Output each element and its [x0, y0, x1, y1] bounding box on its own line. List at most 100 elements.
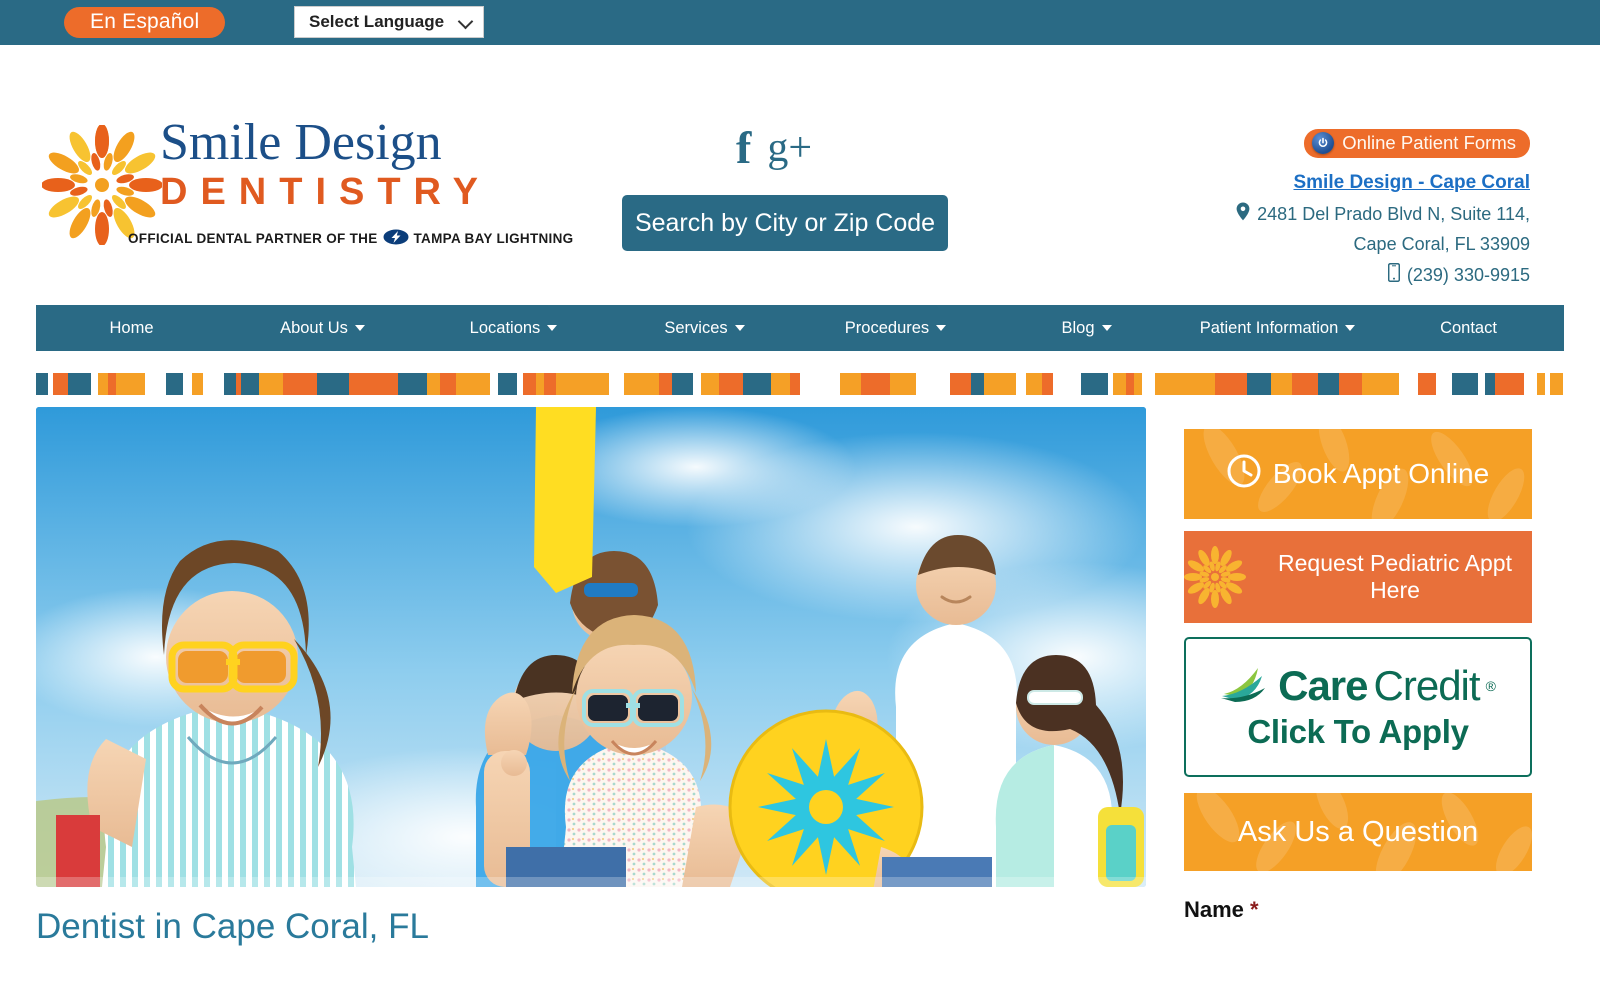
stripe-segment [398, 373, 428, 395]
map-pin-icon [1236, 202, 1250, 226]
stripe-segment [1291, 373, 1318, 395]
stripe-segment [53, 373, 68, 395]
stripe-segment [523, 373, 537, 395]
nav-item-patient-information[interactable]: Patient Information [1182, 305, 1373, 351]
social-links: f g+ [736, 125, 812, 171]
stripe-segment [116, 373, 145, 395]
stripe-segment [1524, 373, 1538, 395]
stripe-segment [259, 373, 283, 395]
decorative-band-wrapper [0, 351, 1600, 395]
online-patient-forms-button[interactable]: Online Patient Forms [1304, 129, 1530, 158]
stripe-segment [67, 373, 92, 395]
logo-line-dentistry: DENTISTRY [160, 171, 491, 213]
book-appt-online-button[interactable]: Book Appt Online [1184, 429, 1532, 519]
stripe-segment [771, 373, 790, 395]
mobile-phone-icon [1387, 262, 1400, 287]
nav-item-label: Patient Information [1199, 318, 1339, 337]
nav-item-home[interactable]: Home [36, 305, 227, 351]
stripe-segment [490, 373, 499, 395]
ask-us-a-question-label: Ask Us a Question [1237, 815, 1479, 848]
google-plus-icon[interactable]: g+ [767, 127, 812, 169]
nav-item-locations[interactable]: Locations [418, 305, 609, 351]
stripe-segment [1015, 373, 1027, 395]
location-name-link[interactable]: Smile Design - Cape Coral [1236, 172, 1530, 194]
stripe-segment [1052, 373, 1082, 395]
search-by-city-or-zip-button[interactable]: Search by City or Zip Code [622, 195, 948, 251]
header-contact-block: Online Patient Forms Smile Design - Cape… [1236, 129, 1530, 287]
stripe-segment [1081, 373, 1108, 395]
stripe-segment [624, 373, 659, 395]
stripe-segment [1215, 373, 1247, 395]
stripe-segment [1495, 373, 1524, 395]
address-line-1-row: 2481 Del Prado Blvd N, Suite 114, [1236, 202, 1530, 226]
stripe-segment [671, 373, 693, 395]
request-pediatric-appt-button[interactable]: Request Pediatric Appt Here [1184, 531, 1532, 623]
stripe-segment [1042, 373, 1053, 395]
nav-item-blog[interactable]: Blog [991, 305, 1182, 351]
stripe-segment [1338, 373, 1363, 395]
request-pediatric-appt-label: Request Pediatric Appt Here [1278, 549, 1512, 603]
phone-row: (239) 330-9915 [1236, 262, 1530, 287]
stripe-segment [165, 373, 184, 395]
stripe-segment [839, 373, 861, 395]
carecredit-apply-button[interactable]: Care Credit ® Click To Apply [1184, 637, 1532, 777]
stripe-segment [1417, 373, 1437, 395]
logo-tagline: OFFICIAL DENTAL PARTNER OF THE TAMPA BAY… [128, 229, 573, 248]
stripe-segment [317, 373, 349, 395]
stripe-segment [1141, 373, 1155, 395]
carecredit-logo: Care Credit ® [1220, 664, 1496, 709]
required-asterisk: * [1250, 897, 1259, 922]
carecredit-credit-text: Credit [1373, 662, 1481, 709]
stripe-segment [1451, 373, 1479, 395]
page-title: Dentist in Cape Coral, FL [36, 907, 429, 946]
stripe-segment [658, 373, 672, 395]
stripe-segment [692, 373, 701, 395]
online-patient-forms-label: Online Patient Forms [1342, 132, 1516, 153]
stripe-segment [800, 373, 840, 395]
stripe-segment [789, 373, 801, 395]
main-navigation: Home About Us Locations Services Procedures B… [36, 305, 1564, 351]
stripe-segment [1154, 373, 1216, 395]
stripe-segment [348, 373, 399, 395]
stripe-segment [608, 373, 625, 395]
hero-image [36, 407, 1146, 887]
stripe-segment [456, 373, 491, 395]
phone-number: (239) 330-9915 [1406, 264, 1530, 285]
power-icon [1312, 132, 1335, 154]
stripe-segment [950, 373, 972, 395]
stripe-segment [1550, 373, 1564, 395]
stripe-segment [742, 373, 772, 395]
nav-item-label: Services [664, 318, 728, 337]
language-select[interactable]: Select Language [294, 6, 484, 38]
nav-item-label: Procedures [844, 318, 930, 337]
stripe-segment [1537, 373, 1545, 395]
stripe-segment [1026, 373, 1043, 395]
nav-item-procedures[interactable]: Procedures [800, 305, 991, 351]
stripe-segment [1362, 373, 1400, 395]
main-navigation-wrapper: Home About Us Locations Services Procedures B… [0, 305, 1600, 351]
book-appt-online-label: Book Appt Online [1272, 458, 1490, 489]
nav-item-label: Contact [1440, 318, 1497, 337]
carecredit-cta-label: Click To Apply [1247, 712, 1469, 750]
caret-down-icon [734, 325, 745, 331]
stripe-segment [108, 373, 117, 395]
registered-trademark-icon: ® [1485, 678, 1496, 694]
stripe-segment [36, 373, 48, 395]
nav-item-about-us[interactable]: About Us [227, 305, 418, 351]
primary-column: Dentist in Cape Coral, FL [36, 407, 1146, 947]
stripe-segment [498, 373, 517, 395]
main-content-area: Dentist in Cape Coral, FL Book Appt Onli… [0, 395, 1600, 947]
caret-down-icon [936, 325, 947, 331]
en-espanol-button[interactable]: En Español [64, 6, 226, 39]
nav-item-contact[interactable]: Contact [1373, 305, 1564, 351]
stripe-segment [1126, 373, 1134, 395]
caret-down-icon [547, 325, 558, 331]
facebook-icon[interactable]: f [736, 125, 751, 171]
carecredit-care-text: Care [1278, 662, 1368, 709]
stripe-segment [984, 373, 1016, 395]
logo-wordmark: Smile Design DENTISTRY [160, 117, 491, 215]
logo-line-smile-design: Smile Design [160, 114, 442, 171]
site-header: Smile Design DENTISTRY OFFICIAL DENTAL P… [0, 45, 1600, 305]
nav-item-services[interactable]: Services [609, 305, 800, 351]
address-line-1: 2481 Del Prado Blvd N, Suite 114, [1257, 203, 1530, 224]
